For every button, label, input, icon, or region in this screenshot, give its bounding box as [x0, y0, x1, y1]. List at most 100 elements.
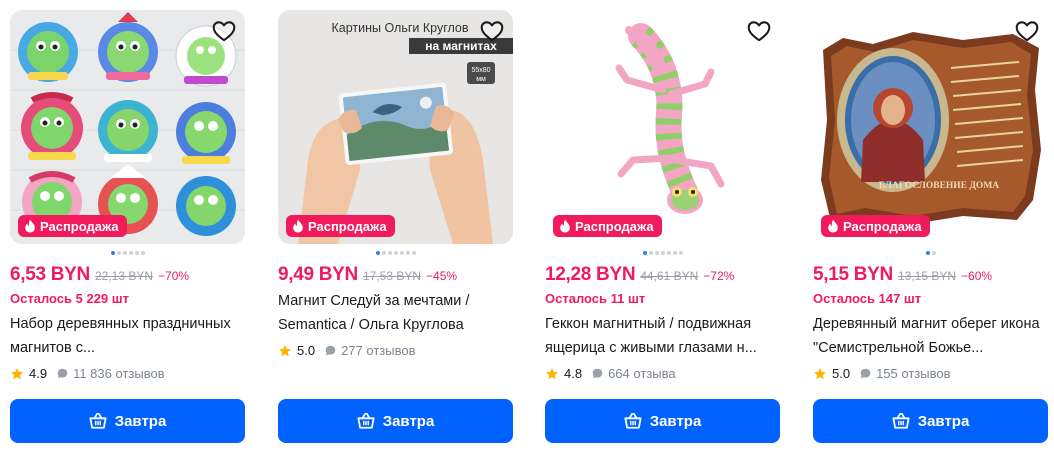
fire-icon	[828, 219, 838, 233]
rating-row[interactable]: 4.8 664 отзыва	[545, 366, 676, 381]
rating-value: 5.0	[297, 343, 316, 358]
image-pagination-dots[interactable]	[813, 251, 1048, 257]
discount-percent: −72%	[703, 269, 735, 283]
image-pagination-dots[interactable]	[10, 251, 245, 257]
rating-value: 4.9	[29, 366, 48, 381]
sale-badge: Распродажа	[553, 215, 662, 237]
image-caption: Картины Ольги Круглов	[331, 21, 468, 35]
favorite-button[interactable]	[209, 16, 239, 46]
pagination-dot[interactable]	[642, 251, 647, 255]
basket-icon	[892, 412, 910, 429]
heart-icon	[1015, 21, 1039, 42]
discount-percent: −70%	[158, 269, 190, 283]
comment-icon	[592, 368, 603, 379]
sale-badge: Распродажа	[286, 215, 395, 237]
pagination-dot[interactable]	[140, 251, 145, 255]
product-image[interactable]: Картины Ольги Круглов на магнитах 55x80 …	[278, 10, 513, 244]
reviews-count: 11 836 отзывов	[73, 366, 165, 381]
heart-icon	[747, 21, 771, 42]
pagination-dot[interactable]	[399, 251, 404, 255]
comment-icon	[325, 345, 336, 356]
pagination-dot[interactable]	[405, 251, 410, 255]
sale-badge: Распродажа	[821, 215, 930, 237]
sale-badge-label: Распродажа	[843, 218, 922, 234]
pagination-dot[interactable]	[411, 251, 416, 255]
old-price: 22,13 BYN	[94, 269, 154, 283]
add-to-cart-label: Завтра	[649, 412, 702, 430]
add-to-cart-label: Завтра	[114, 412, 167, 430]
basket-icon	[89, 412, 107, 429]
fire-icon	[25, 219, 35, 233]
current-price: 12,28 BYN	[545, 264, 636, 285]
pagination-dot[interactable]	[122, 251, 127, 255]
product-image[interactable]: Распродажа	[545, 10, 780, 244]
discount-percent: −45%	[426, 269, 458, 283]
pagination-dot[interactable]	[672, 251, 677, 255]
pagination-dot[interactable]	[660, 251, 665, 255]
pagination-dot[interactable]	[648, 251, 653, 255]
price-row: 5,15 BYN 13,15 BYN −60%	[813, 264, 992, 286]
product-title[interactable]: Геккон магнитный / подвижная ящерица с ж…	[545, 312, 780, 360]
rating-row[interactable]: 5.0 277 отзывов	[278, 343, 415, 358]
product-image[interactable]: Распродажа	[10, 10, 245, 244]
sale-badge-label: Распродажа	[40, 218, 119, 234]
product-title[interactable]: Набор деревянных праздничных магнитов с.…	[10, 312, 245, 360]
product-title[interactable]: Деревянный магнит оберег икона "Семистре…	[813, 312, 1048, 360]
pagination-dot[interactable]	[134, 251, 139, 255]
rating-row[interactable]: 4.9 11 836 отзывов	[10, 366, 165, 381]
add-to-cart-button[interactable]: Завтра	[10, 399, 245, 443]
add-to-cart-button[interactable]: Завтра	[813, 399, 1048, 443]
star-icon	[279, 344, 291, 356]
sale-badge-label: Распродажа	[575, 218, 654, 234]
image-pagination-dots[interactable]	[545, 251, 780, 257]
stock-remaining: Осталось 147 шт	[813, 291, 922, 306]
product-card[interactable]: Распродажа 6,53 BYN 22,13 BYN −70% Остал…	[10, 10, 245, 446]
price-row: 6,53 BYN 22,13 BYN −70%	[10, 264, 189, 286]
rating-row[interactable]: 5.0 155 отзывов	[813, 366, 950, 381]
favorite-button[interactable]	[1012, 16, 1042, 46]
product-image[interactable]: БЛАГОСЛОВЕНИЕ ДОМА Распродажа	[813, 10, 1048, 244]
pagination-dot[interactable]	[654, 251, 659, 255]
reviews-count: 155 отзывов	[876, 366, 951, 381]
add-to-cart-button[interactable]: Завтра	[545, 399, 780, 443]
favorite-button[interactable]	[477, 16, 507, 46]
sale-badge-label: Распродажа	[308, 218, 387, 234]
product-card[interactable]: БЛАГОСЛОВЕНИЕ ДОМА Распродажа 5,15 BYN 1…	[813, 10, 1048, 446]
pagination-dot[interactable]	[666, 251, 671, 255]
reviews-count: 277 отзывов	[341, 343, 416, 358]
image-pagination-dots[interactable]	[278, 251, 513, 257]
pagination-dot[interactable]	[931, 251, 936, 255]
pagination-dot[interactable]	[128, 251, 133, 255]
pagination-dot[interactable]	[387, 251, 392, 255]
old-price: 13,15 BYN	[897, 269, 957, 283]
product-card[interactable]: Картины Ольги Круглов на магнитах 55x80 …	[278, 10, 513, 446]
pagination-dot[interactable]	[925, 251, 930, 255]
old-price: 44,61 BYN	[640, 269, 699, 283]
fire-icon	[560, 219, 570, 233]
product-grid: Распродажа 6,53 BYN 22,13 BYN −70% Остал…	[0, 0, 1054, 450]
product-title[interactable]: Магнит Следуй за мечтами / Semantica / О…	[278, 289, 513, 337]
icon-banner-text: БЛАГОСЛОВЕНИЕ ДОМА	[879, 181, 999, 191]
pagination-dot[interactable]	[381, 251, 386, 255]
discount-percent: −60%	[961, 269, 993, 283]
pagination-dot[interactable]	[116, 251, 121, 255]
reviews-count: 664 отзыва	[608, 366, 676, 381]
rating-value: 5.0	[832, 366, 851, 381]
basket-icon	[357, 412, 375, 429]
price-row: 9,49 BYN 17,53 BYN −45%	[278, 264, 457, 286]
pagination-dot[interactable]	[110, 251, 115, 255]
add-to-cart-button[interactable]: Завтра	[278, 399, 513, 443]
product-card[interactable]: Распродажа 12,28 BYN 44,61 BYN −72% Оста…	[545, 10, 780, 446]
add-to-cart-label: Завтра	[917, 412, 970, 430]
heart-icon	[480, 21, 504, 42]
sale-badge: Распродажа	[18, 215, 127, 237]
favorite-button[interactable]	[744, 16, 774, 46]
fire-icon	[293, 219, 303, 233]
pagination-dot[interactable]	[375, 251, 380, 255]
heart-icon	[212, 21, 236, 42]
stock-remaining: Осталось 5 229 шт	[10, 291, 129, 306]
current-price: 6,53 BYN	[10, 264, 90, 285]
pagination-dot[interactable]	[393, 251, 398, 255]
pagination-dot[interactable]	[678, 251, 683, 255]
stock-remaining: Осталось 11 шт	[545, 291, 646, 306]
